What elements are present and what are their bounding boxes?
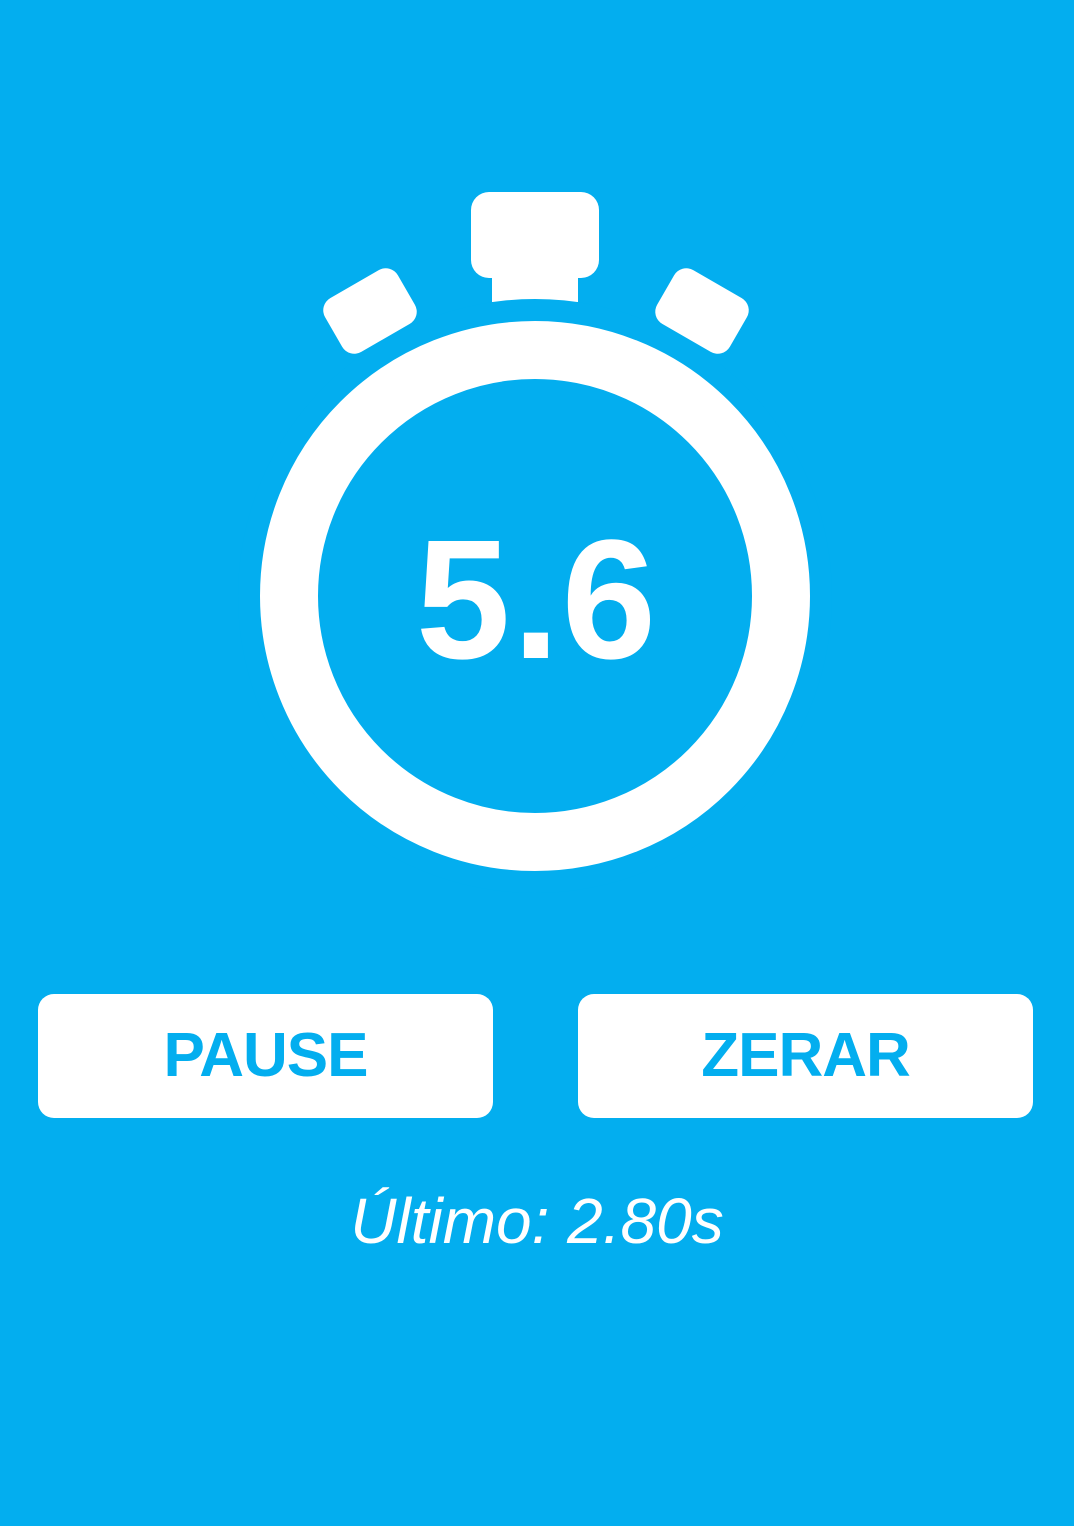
last-time-label: Último: 2.80s xyxy=(350,1185,724,1257)
crown-button-shape xyxy=(471,192,599,302)
stopwatch-icon xyxy=(238,192,832,893)
pause-button[interactable]: PAUSE xyxy=(38,994,493,1118)
elapsed-time: 5.6 xyxy=(415,505,659,695)
stopwatch-screen: 5.6 PAUSE ZERAR Último: 2.80s xyxy=(0,0,1074,1526)
reset-button[interactable]: ZERAR xyxy=(578,994,1033,1118)
